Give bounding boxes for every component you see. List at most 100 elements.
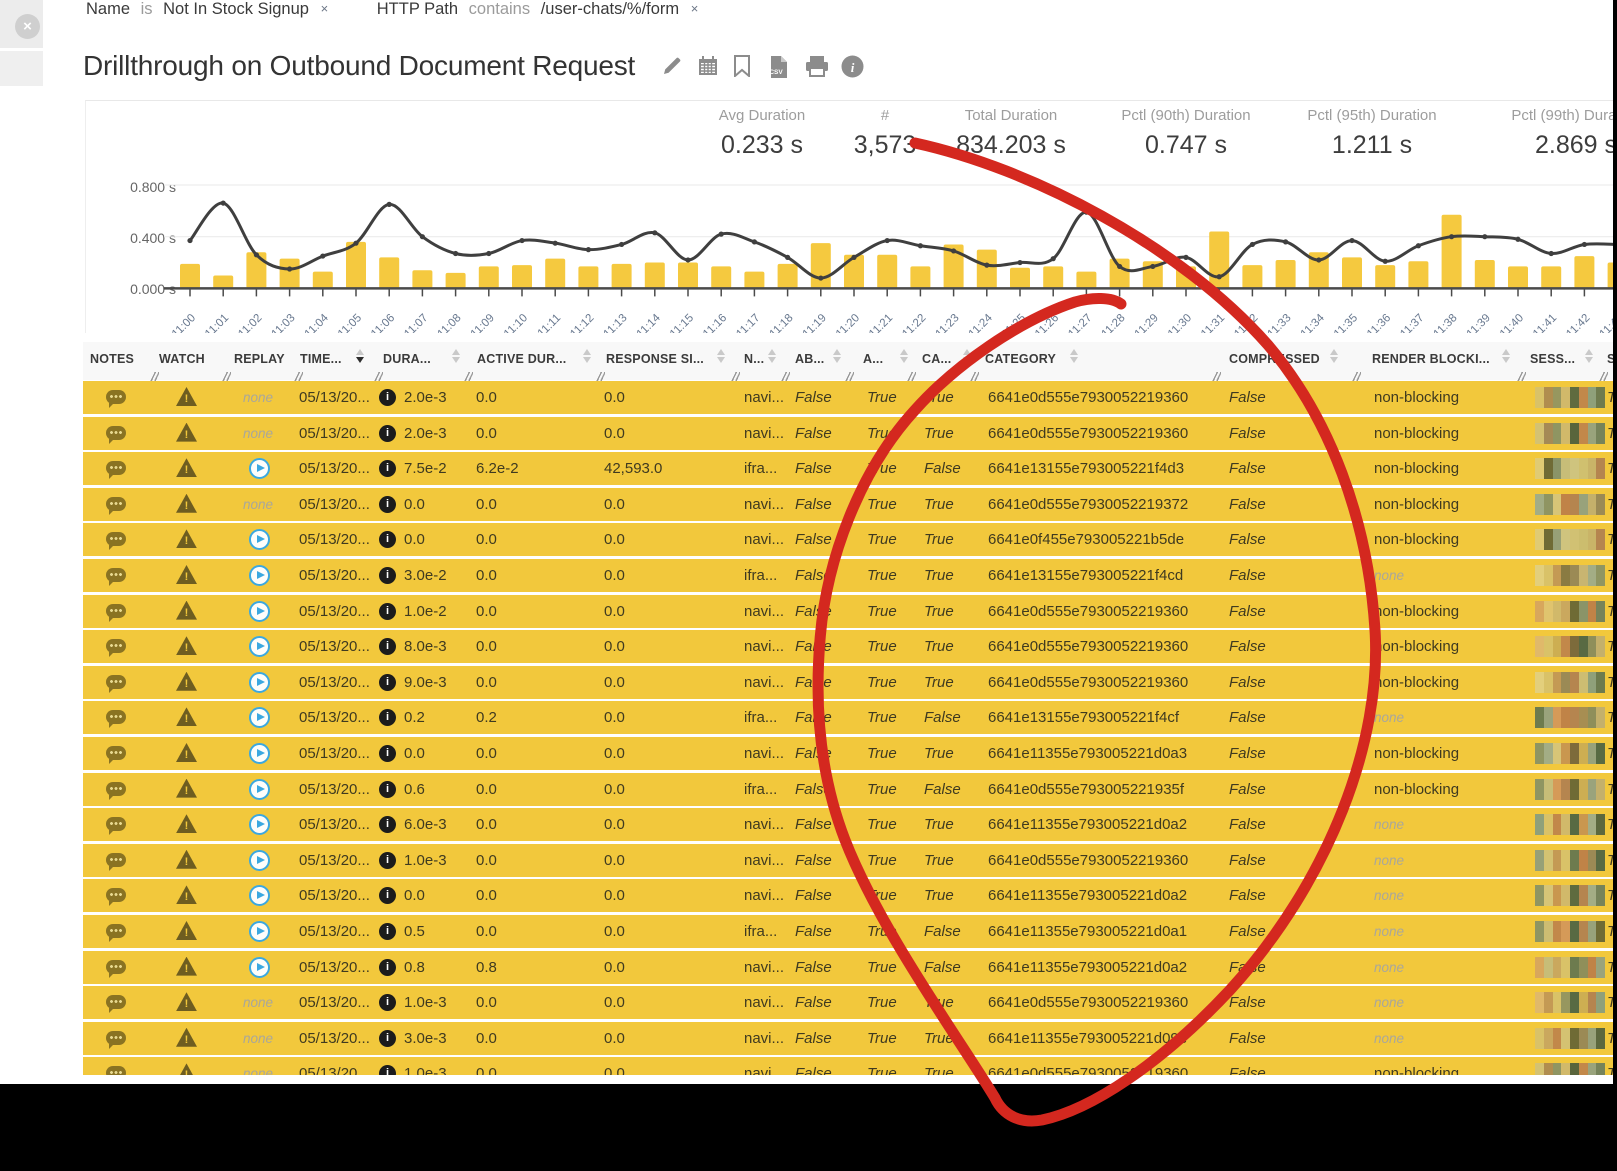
watch-warning-icon[interactable]: !: [176, 672, 197, 691]
column-header-replay[interactable]: REPLAY: [234, 352, 285, 366]
session-timeline-thumbnail[interactable]: [1535, 423, 1605, 444]
session-timeline-thumbnail[interactable]: [1535, 743, 1605, 764]
replay-play-icon[interactable]: [249, 529, 270, 550]
note-bubble-icon[interactable]: [106, 746, 126, 760]
note-bubble-icon[interactable]: [106, 782, 126, 796]
session-timeline-thumbnail[interactable]: [1535, 885, 1605, 906]
column-header-dura[interactable]: DURA...: [383, 352, 431, 366]
close-icon[interactable]: ×: [15, 14, 40, 39]
table-row[interactable]: ! 05/13/20... i 1.0e-2 0.0 0.0 navi... F…: [83, 595, 1617, 628]
column-header-render-blocki[interactable]: RENDER BLOCKI...: [1372, 352, 1490, 366]
column-header-category[interactable]: CATEGORY: [985, 352, 1056, 366]
replay-play-icon[interactable]: [249, 743, 270, 764]
session-timeline-thumbnail[interactable]: [1535, 707, 1605, 728]
duration-info-icon[interactable]: i: [379, 460, 396, 477]
sort-arrows-icon[interactable]: [768, 349, 777, 363]
replay-play-icon[interactable]: [249, 885, 270, 906]
note-bubble-icon[interactable]: [106, 888, 126, 902]
note-bubble-icon[interactable]: [106, 710, 126, 724]
duration-info-icon[interactable]: i: [379, 425, 396, 442]
watch-warning-icon[interactable]: !: [176, 707, 197, 726]
session-timeline-thumbnail[interactable]: [1535, 458, 1605, 479]
replay-play-icon[interactable]: [249, 779, 270, 800]
column-header-a[interactable]: A...: [863, 352, 883, 366]
column-header-compressed[interactable]: COMPRESSED: [1229, 352, 1320, 366]
duration-info-icon[interactable]: i: [379, 816, 396, 833]
table-row[interactable]: ! 05/13/20... i 3.0e-2 0.0 0.0 ifra... F…: [83, 559, 1617, 592]
session-timeline-thumbnail[interactable]: [1535, 672, 1605, 693]
table-row[interactable]: ! none 05/13/20... i 0.0 0.0 0.0 navi...…: [83, 488, 1617, 521]
session-timeline-thumbnail[interactable]: [1535, 601, 1605, 622]
replay-play-icon[interactable]: [249, 636, 270, 657]
session-timeline-thumbnail[interactable]: [1535, 814, 1605, 835]
remove-filter-icon[interactable]: ×: [691, 1, 699, 16]
calendar-icon[interactable]: [697, 55, 719, 77]
table-row[interactable]: ! 05/13/20... i 0.0 0.0 0.0 navi... Fals…: [83, 523, 1617, 556]
sort-arrows-icon[interactable]: [900, 349, 909, 363]
table-row[interactable]: ! none 05/13/20... i 1.0e-3 0.0 0.0 navi…: [83, 986, 1617, 1019]
duration-info-icon[interactable]: i: [379, 389, 396, 406]
watch-warning-icon[interactable]: !: [176, 921, 197, 940]
bookmark-icon[interactable]: [733, 55, 755, 77]
note-bubble-icon[interactable]: [106, 532, 126, 546]
duration-info-icon[interactable]: i: [379, 567, 396, 584]
watch-warning-icon[interactable]: !: [176, 779, 197, 798]
duration-info-icon[interactable]: i: [379, 1065, 396, 1075]
table-row[interactable]: ! 05/13/20... i 0.0 0.0 0.0 navi... Fals…: [83, 737, 1617, 770]
column-header-watch[interactable]: WATCH: [159, 352, 205, 366]
note-bubble-icon[interactable]: [106, 924, 126, 938]
sort-arrows-icon[interactable]: [1330, 349, 1339, 363]
replay-play-icon[interactable]: [249, 565, 270, 586]
table-row[interactable]: ! 05/13/20... i 0.8 0.8 0.0 navi... Fals…: [83, 951, 1617, 984]
note-bubble-icon[interactable]: [106, 853, 126, 867]
session-timeline-thumbnail[interactable]: [1535, 1063, 1605, 1075]
column-header-response-si[interactable]: RESPONSE SI...: [606, 352, 704, 366]
sort-arrows-icon[interactable]: [1585, 349, 1594, 363]
duration-info-icon[interactable]: i: [379, 745, 396, 762]
sort-arrows-icon[interactable]: [833, 349, 842, 363]
watch-warning-icon[interactable]: !: [176, 1028, 197, 1047]
session-timeline-thumbnail[interactable]: [1535, 494, 1605, 515]
note-bubble-icon[interactable]: [106, 1031, 126, 1045]
replay-play-icon[interactable]: [249, 850, 270, 871]
table-row[interactable]: ! 05/13/20... i 8.0e-3 0.0 0.0 navi... F…: [83, 630, 1617, 663]
watch-warning-icon[interactable]: !: [176, 565, 197, 584]
edit-pencil-icon[interactable]: [661, 55, 683, 77]
duration-info-icon[interactable]: i: [379, 852, 396, 869]
table-row[interactable]: ! 05/13/20... i 0.0 0.0 0.0 navi... Fals…: [83, 879, 1617, 912]
remove-filter-icon[interactable]: ×: [321, 1, 329, 16]
session-timeline-thumbnail[interactable]: [1535, 779, 1605, 800]
session-timeline-thumbnail[interactable]: [1535, 850, 1605, 871]
column-header-active-dur[interactable]: ACTIVE DUR...: [477, 352, 566, 366]
sort-arrows-icon[interactable]: [717, 349, 726, 363]
watch-warning-icon[interactable]: !: [176, 885, 197, 904]
note-bubble-icon[interactable]: [106, 390, 126, 404]
session-timeline-thumbnail[interactable]: [1535, 529, 1605, 550]
column-header-ca[interactable]: CA...: [922, 352, 951, 366]
watch-warning-icon[interactable]: !: [176, 387, 197, 406]
replay-play-icon[interactable]: [249, 921, 270, 942]
duration-info-icon[interactable]: i: [379, 496, 396, 513]
replay-play-icon[interactable]: [249, 957, 270, 978]
watch-warning-icon[interactable]: !: [176, 529, 197, 548]
watch-warning-icon[interactable]: !: [176, 743, 197, 762]
watch-warning-icon[interactable]: !: [176, 601, 197, 620]
sort-arrows-icon[interactable]: [356, 349, 365, 363]
column-header-sess[interactable]: SESS...: [1530, 352, 1575, 366]
session-timeline-thumbnail[interactable]: [1535, 957, 1605, 978]
watch-warning-icon[interactable]: !: [176, 423, 197, 442]
session-timeline-thumbnail[interactable]: [1535, 636, 1605, 657]
note-bubble-icon[interactable]: [106, 995, 126, 1009]
replay-play-icon[interactable]: [249, 458, 270, 479]
sort-arrows-icon[interactable]: [963, 349, 972, 363]
table-row[interactable]: ! 05/13/20... i 7.5e-2 6.2e-2 42,593.0 i…: [83, 452, 1617, 485]
table-row[interactable]: ! none 05/13/20... i 3.0e-3 0.0 0.0 navi…: [83, 1022, 1617, 1055]
table-row[interactable]: ! 05/13/20... i 6.0e-3 0.0 0.0 navi... F…: [83, 808, 1617, 841]
info-icon[interactable]: i: [841, 55, 863, 77]
session-timeline-thumbnail[interactable]: [1535, 1028, 1605, 1049]
note-bubble-icon[interactable]: [106, 461, 126, 475]
note-bubble-icon[interactable]: [106, 1066, 126, 1075]
sort-arrows-icon[interactable]: [452, 349, 461, 363]
duration-info-icon[interactable]: i: [379, 887, 396, 904]
column-header-ab[interactable]: AB...: [795, 352, 824, 366]
